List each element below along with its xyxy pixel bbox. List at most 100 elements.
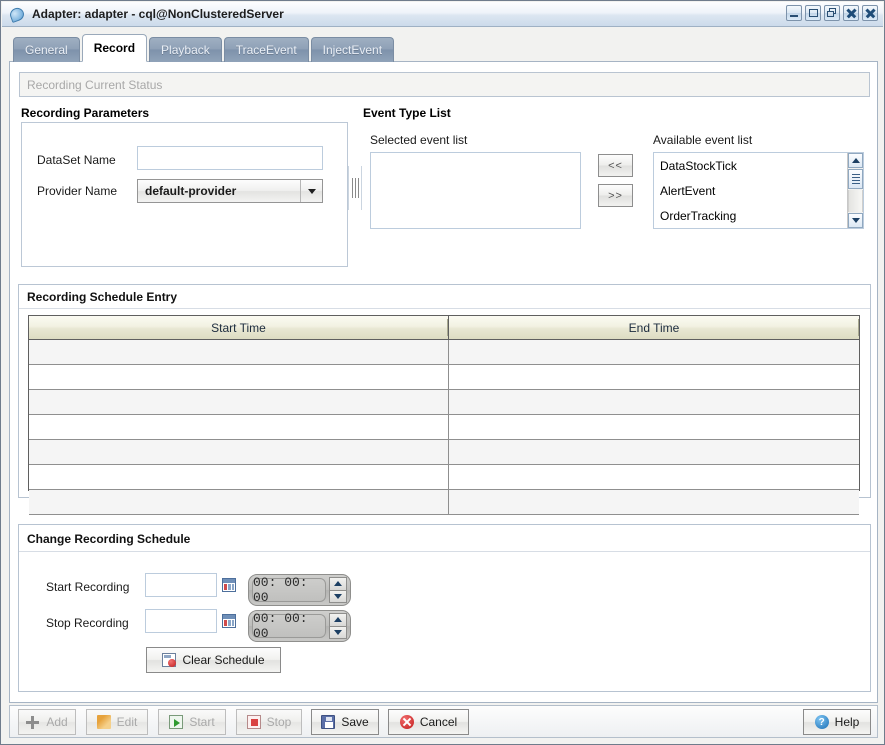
question-mark-icon: ? — [814, 715, 829, 729]
scrollbar-track[interactable] — [848, 190, 863, 212]
recording-current-status-field[interactable]: Recording Current Status — [19, 72, 870, 97]
move-left-button[interactable]: << — [598, 154, 633, 177]
tab-traceevent[interactable]: TraceEvent — [223, 37, 309, 62]
maximize-button[interactable] — [805, 5, 821, 21]
column-resize-grip[interactable] — [858, 319, 859, 336]
stop-recording-time-spinner[interactable]: 00: 00: 00 — [248, 610, 351, 642]
table-row[interactable] — [29, 415, 859, 440]
table-row[interactable] — [29, 365, 859, 390]
clear-schedule-label: Clear Schedule — [182, 653, 265, 667]
clear-schedule-button[interactable]: Clear Schedule — [146, 647, 281, 673]
chevron-down-icon — [300, 180, 322, 202]
stepper-up-icon[interactable] — [329, 613, 347, 626]
start-time-stepper[interactable] — [329, 577, 347, 603]
save-button-label: Save — [341, 715, 369, 729]
start-recording-time-spinner[interactable]: 00: 00: 00 — [248, 574, 351, 606]
provider-name-value: default-provider — [145, 184, 237, 198]
minimize-button[interactable] — [786, 5, 802, 21]
list-item[interactable]: OrderTracking — [654, 203, 848, 228]
list-item[interactable]: AlertEvent — [654, 178, 848, 203]
provider-name-label: Provider Name — [37, 184, 118, 198]
calendar-icon[interactable] — [222, 614, 236, 628]
window-title: Adapter: adapter - cql@NonClusteredServe… — [32, 7, 284, 21]
table-row[interactable] — [29, 465, 859, 490]
stop-recording-time-value[interactable]: 00: 00: 00 — [252, 611, 326, 641]
table-row[interactable] — [29, 440, 859, 465]
tab-record[interactable]: Record — [81, 34, 148, 62]
close-button[interactable] — [843, 5, 859, 21]
stop-button-label: Stop — [266, 715, 292, 729]
start-button-label: Start — [189, 715, 215, 729]
move-right-button[interactable]: >> — [598, 184, 633, 207]
panel-divider — [19, 551, 870, 552]
available-event-listbox[interactable]: DataStockTick AlertEvent OrderTracking — [653, 152, 864, 229]
add-button[interactable]: Add — [18, 709, 76, 735]
provider-name-select[interactable]: default-provider — [137, 179, 323, 203]
event-type-list-heading: Event Type List — [363, 106, 451, 120]
cancel-icon — [399, 715, 414, 729]
tab-playback[interactable]: Playback — [149, 37, 222, 62]
stop-icon — [246, 715, 261, 729]
floppy-disk-icon — [321, 715, 336, 729]
stepper-down-icon[interactable] — [329, 589, 347, 603]
tab-general[interactable]: General — [13, 37, 80, 62]
edit-button-label: Edit — [116, 715, 138, 729]
table-row[interactable] — [29, 340, 859, 365]
calendar-icon[interactable] — [222, 578, 236, 592]
save-button[interactable]: Save — [311, 709, 379, 735]
record-tab-panel: Recording Current Status Recording Param… — [9, 61, 878, 703]
dataset-name-label: DataSet Name — [37, 153, 116, 167]
start-recording-label: Start Recording — [46, 580, 130, 594]
panel-divider — [19, 308, 870, 309]
scrollbar-thumb[interactable] — [848, 169, 863, 189]
tab-bar: General Record Playback TraceEvent Injec… — [13, 34, 396, 62]
stepper-up-icon[interactable] — [329, 577, 347, 590]
restore-button[interactable] — [824, 5, 840, 21]
schedule-table: Start Time End Time — [28, 315, 860, 515]
window-controls — [786, 5, 878, 21]
available-event-list-label: Available event list — [653, 133, 753, 147]
available-list-scrollbar[interactable] — [847, 153, 863, 228]
panel-splitter-handle[interactable] — [348, 166, 362, 210]
tab-injectevent[interactable]: InjectEvent — [310, 37, 395, 62]
list-item[interactable]: DataStockTick — [654, 153, 848, 178]
plus-icon — [26, 715, 40, 729]
selected-event-list-label: Selected event list — [370, 133, 468, 147]
clear-schedule-icon — [162, 653, 177, 667]
start-recording-date-input[interactable] — [145, 573, 217, 597]
stop-button[interactable]: Stop — [236, 709, 302, 735]
column-header-start-time[interactable]: Start Time — [29, 316, 449, 339]
recording-current-status-text: Recording Current Status — [27, 77, 163, 92]
help-button-label: Help — [834, 715, 860, 729]
adapter-window: Adapter: adapter - cql@NonClusteredServe… — [0, 0, 885, 745]
start-button[interactable]: Start — [158, 709, 226, 735]
bottom-toolbar: Add Edit Start Stop Save Cancel ? Help — [9, 705, 878, 738]
help-button[interactable]: ? Help — [803, 709, 871, 735]
cancel-button-label: Cancel — [419, 715, 458, 729]
title-bar: Adapter: adapter - cql@NonClusteredServe… — [2, 2, 883, 27]
column-header-end-time[interactable]: End Time — [449, 316, 859, 339]
pencil-icon — [96, 715, 111, 729]
edit-button[interactable]: Edit — [86, 709, 148, 735]
stop-recording-date-input[interactable] — [145, 609, 217, 633]
scroll-up-icon[interactable] — [848, 153, 863, 168]
column-resize-grip[interactable] — [447, 319, 448, 336]
close-all-button[interactable] — [862, 5, 878, 21]
add-button-label: Add — [46, 715, 68, 729]
recording-schedule-entry-title: Recording Schedule Entry — [27, 290, 178, 304]
table-row[interactable] — [29, 390, 859, 415]
scroll-down-icon[interactable] — [848, 213, 863, 228]
stop-time-stepper[interactable] — [329, 613, 347, 639]
stepper-down-icon[interactable] — [329, 625, 347, 639]
cancel-button[interactable]: Cancel — [388, 709, 469, 735]
table-row[interactable] — [29, 490, 859, 515]
selected-event-listbox[interactable] — [370, 152, 581, 229]
stop-recording-label: Stop Recording — [46, 616, 129, 630]
play-icon — [169, 715, 184, 729]
recording-parameters-heading: Recording Parameters — [21, 106, 150, 120]
dataset-name-input[interactable] — [137, 146, 323, 170]
change-recording-schedule-title: Change Recording Schedule — [27, 532, 191, 546]
table-header-row: Start Time End Time — [29, 316, 859, 340]
adapter-icon — [8, 5, 26, 23]
start-recording-time-value[interactable]: 00: 00: 00 — [252, 575, 326, 605]
